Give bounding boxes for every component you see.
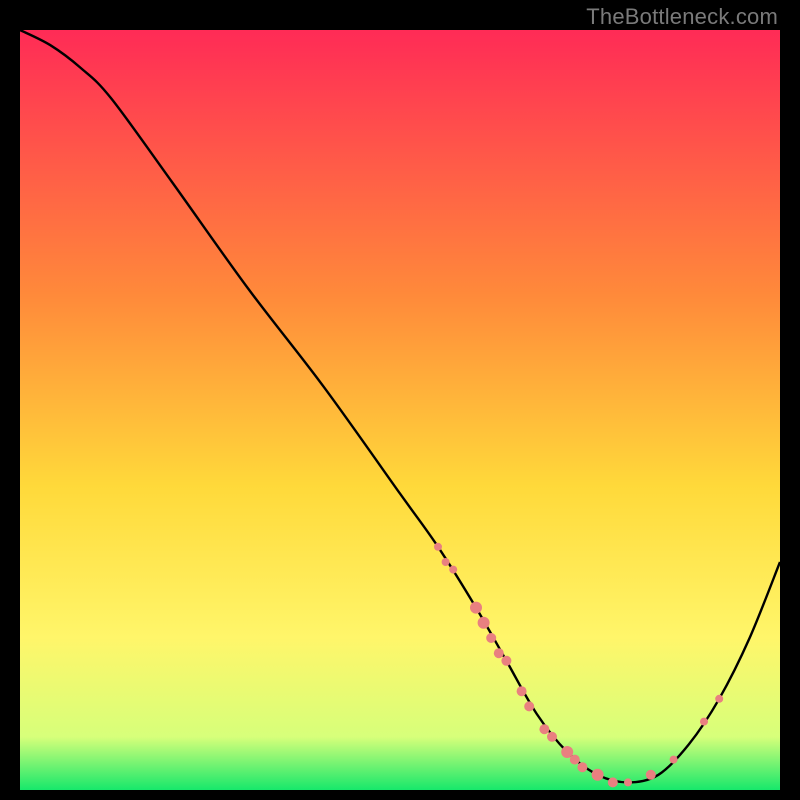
marker-dot [624,778,632,786]
marker-dot [486,633,496,643]
marker-dot [517,686,527,696]
marker-dot [524,701,534,711]
marker-dot [501,656,511,666]
marker-dot [646,770,656,780]
bottleneck-chart [20,30,780,790]
marker-dot [449,566,457,574]
marker-dot [715,695,723,703]
marker-dot [608,777,618,787]
marker-dot [592,769,604,781]
chart-background [20,30,780,790]
marker-dot [700,718,708,726]
marker-dot [470,602,482,614]
marker-dot [539,724,549,734]
marker-dot [434,543,442,551]
marker-dot [670,756,678,764]
marker-dot [570,755,580,765]
marker-dot [577,762,587,772]
watermark-text: TheBottleneck.com [586,4,778,30]
marker-dot [494,648,504,658]
marker-dot [547,732,557,742]
chart-frame [20,30,780,790]
marker-dot [442,558,450,566]
marker-dot [478,617,490,629]
